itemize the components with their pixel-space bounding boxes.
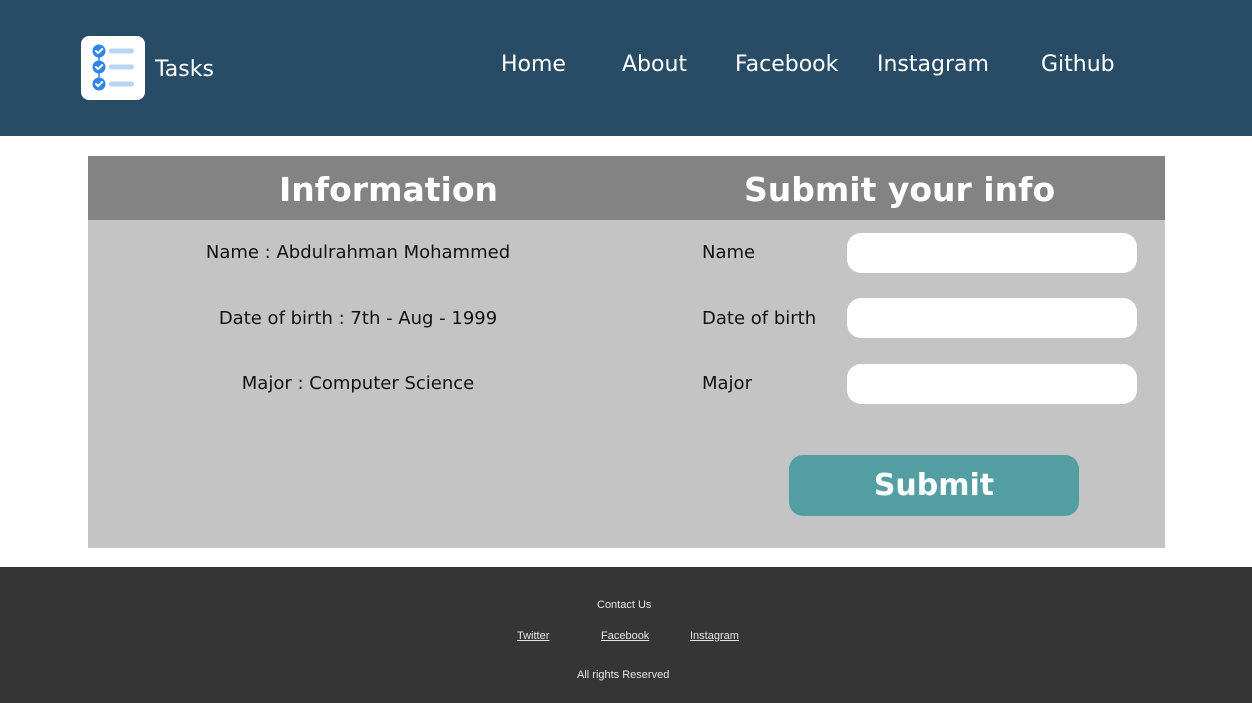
footer-link-instagram[interactable]: Instagram [690, 630, 739, 642]
date-of-birth-input[interactable] [847, 298, 1137, 338]
site-header: Tasks Home About Facebook Instagram Gith… [0, 0, 1252, 136]
task-list-icon [81, 36, 145, 100]
nav-instagram[interactable]: Instagram [877, 52, 989, 77]
logo[interactable] [81, 36, 145, 100]
nav-github[interactable]: Github [1041, 52, 1115, 77]
information-title: Information [279, 170, 498, 209]
footer-link-facebook[interactable]: Facebook [601, 630, 649, 642]
submit-button[interactable]: Submit [789, 455, 1079, 516]
name-input[interactable] [847, 233, 1137, 273]
all-rights-reserved: All rights Reserved [577, 669, 670, 681]
info-major: Major : Computer Science [241, 373, 475, 394]
major-label: Major [702, 373, 752, 394]
nav-facebook[interactable]: Facebook [735, 52, 838, 77]
site-footer: Contact Us Twitter Facebook Instagram Al… [0, 567, 1252, 703]
name-label: Name [702, 242, 756, 263]
date-of-birth-label: Date of birth [702, 308, 817, 329]
footer-link-twitter[interactable]: Twitter [517, 630, 549, 642]
brand-name: Tasks [155, 57, 214, 82]
nav-home[interactable]: Home [501, 52, 566, 77]
info-name: Name : Abdulrahman Mohammed [205, 242, 511, 263]
contact-us-label: Contact Us [597, 599, 652, 611]
info-date-of-birth: Date of birth : 7th - Aug - 1999 [218, 308, 498, 329]
major-input[interactable] [847, 364, 1137, 404]
submit-info-title: Submit your info [744, 170, 1056, 209]
card-header: Information Submit your info [88, 156, 1165, 220]
nav-about[interactable]: About [622, 52, 687, 77]
info-card: Information Submit your info Name : Abdu… [88, 156, 1165, 548]
